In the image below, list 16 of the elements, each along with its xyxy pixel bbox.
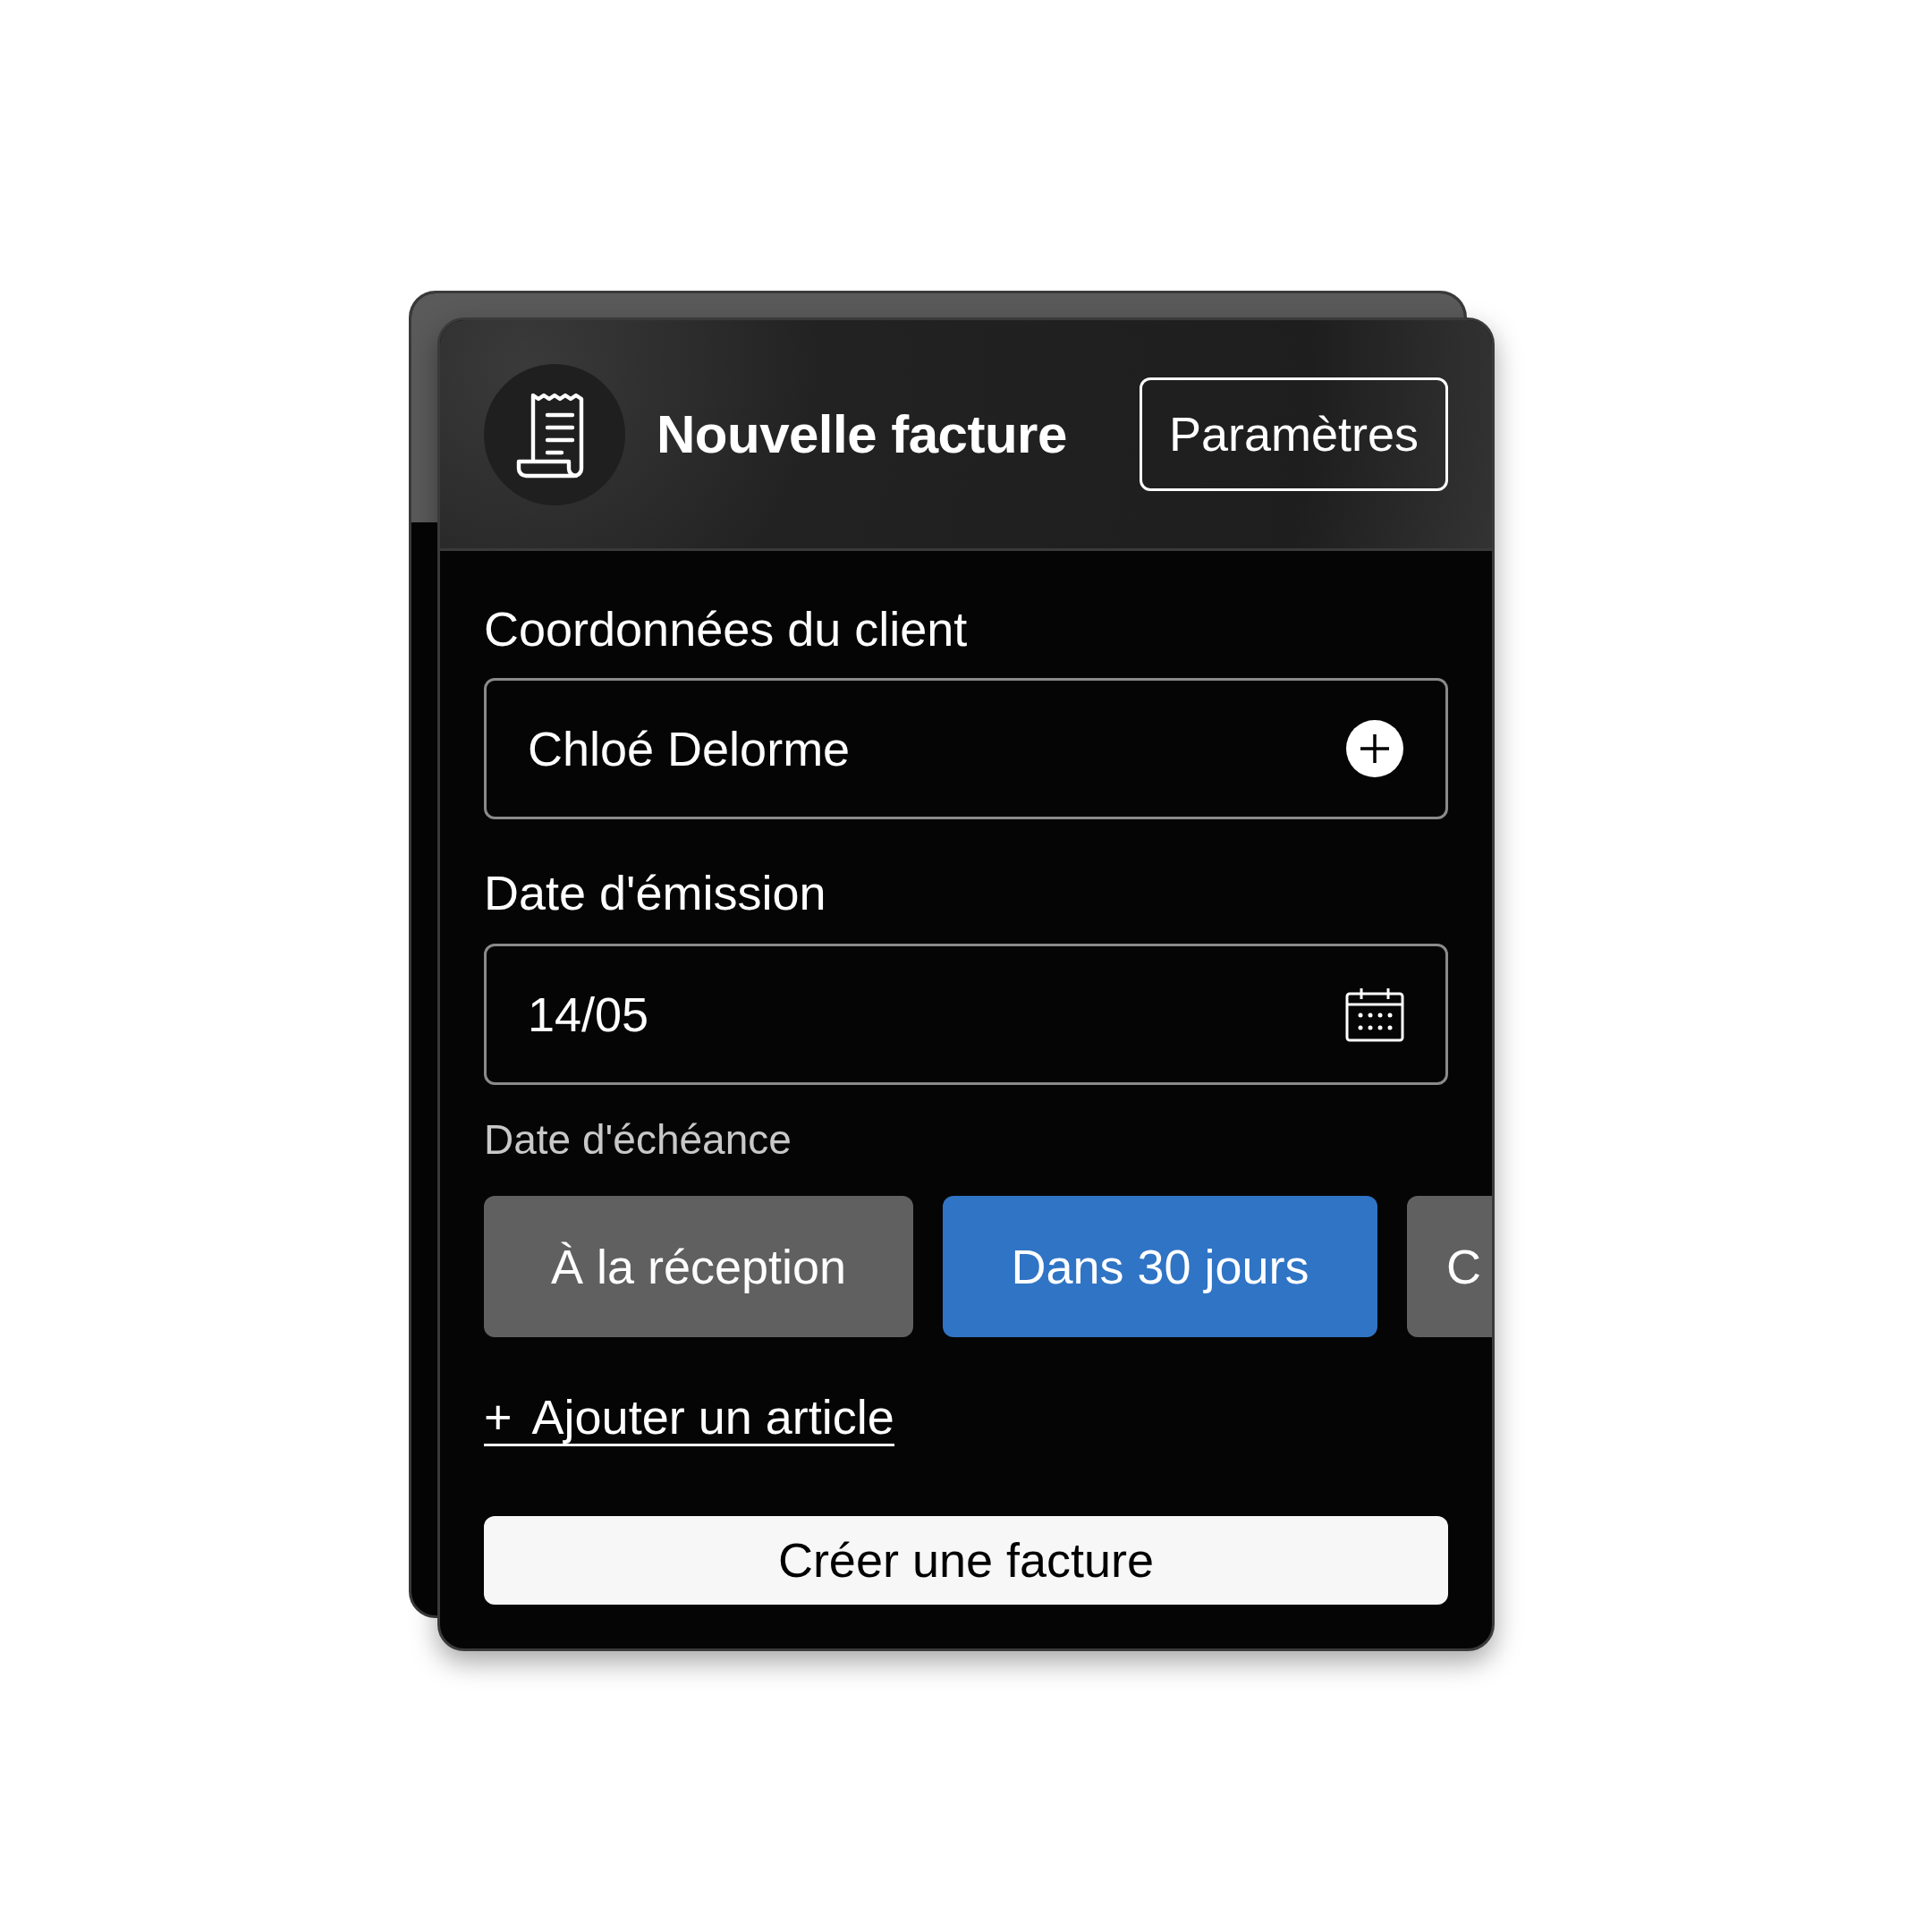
due-date-option[interactable]: C [1407,1196,1492,1337]
section-label: Date d'échéance [484,1119,792,1160]
create-invoice-button[interactable]: Créer une facture [484,1516,1448,1606]
add-item-link[interactable]: + Ajouter un article [484,1391,894,1447]
field-value: 14/05 [528,986,649,1043]
add-icon[interactable] [1345,719,1404,778]
settings-button[interactable]: Paramètres [1139,377,1448,491]
field-label: Coordonnées du client [484,605,969,653]
date-field[interactable]: 14/05 [484,944,1448,1085]
field-label: Date d'émission [484,869,827,917]
due-date-option[interactable]: À la réception [484,1196,913,1337]
due-date-option[interactable]: Dans 30 jours [943,1196,1377,1337]
client-field[interactable]: Chloé Delorme [484,678,1448,819]
field-value: Chloé Delorme [528,720,851,777]
calendar-icon[interactable] [1345,987,1404,1042]
card-title: Nouvelle facture [657,402,1067,466]
